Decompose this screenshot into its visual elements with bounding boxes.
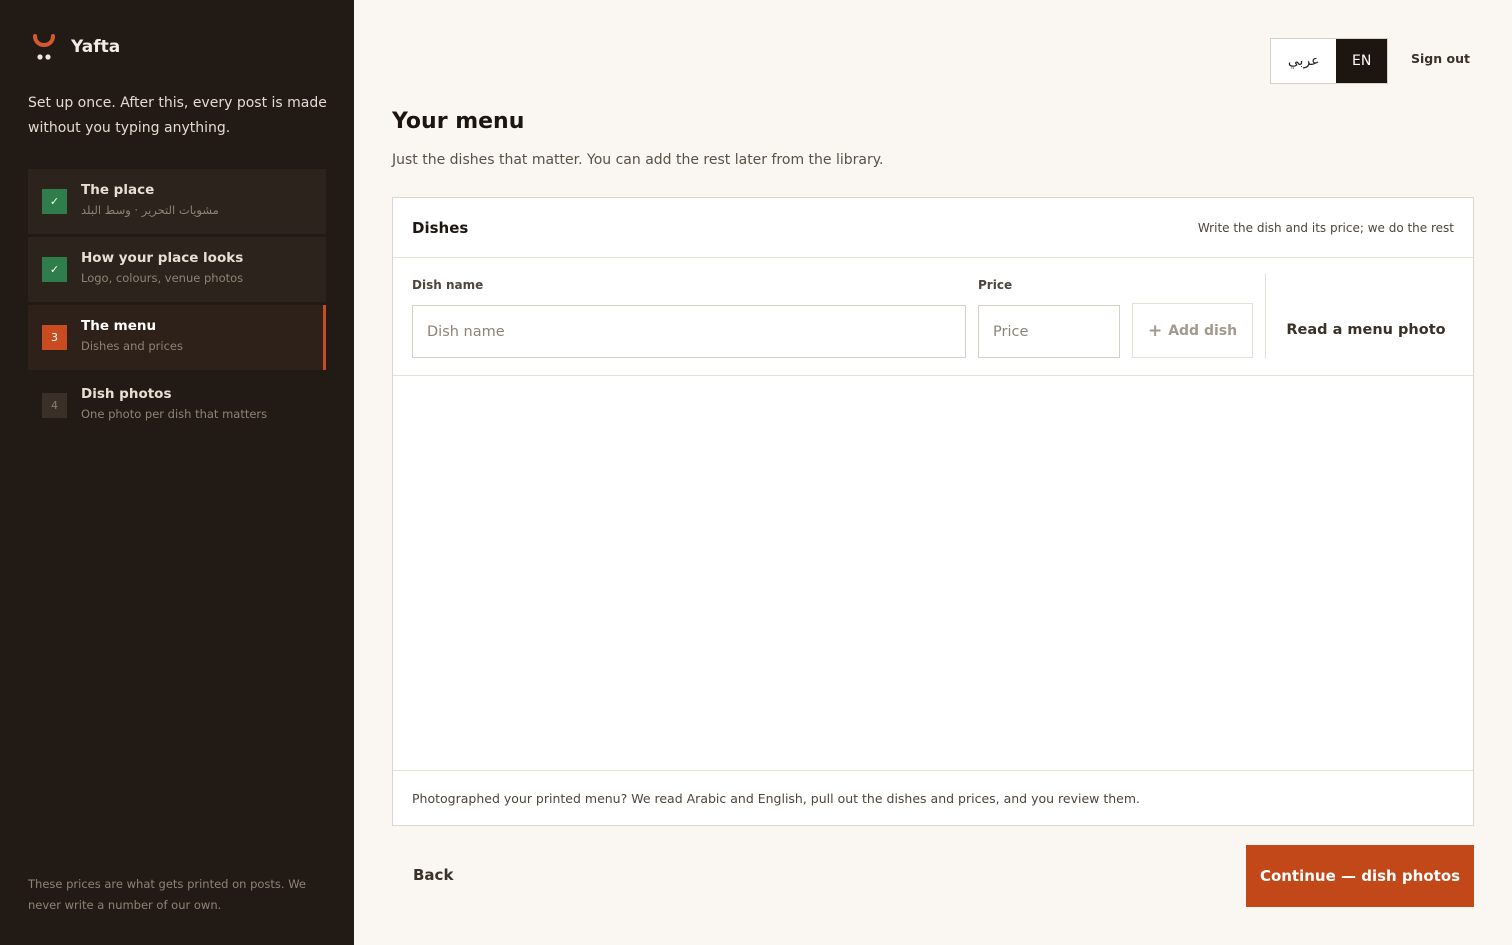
step-number-badge: 3: [42, 325, 67, 350]
check-icon: ✓: [42, 189, 67, 214]
brand-name: Yafta: [71, 37, 121, 57]
step-how-your-place-looks[interactable]: ✓ How your place looks Logo, colours, ve…: [28, 237, 326, 302]
card-footer-note: Photographed your printed menu? We read …: [393, 770, 1473, 826]
step-title: The menu: [81, 318, 157, 334]
step-subtitle: مشويات التحرير · وسط البلد: [81, 203, 219, 217]
card-title: Dishes: [412, 218, 469, 237]
plus-icon: +: [1147, 320, 1163, 341]
step-title: How your place looks: [81, 250, 244, 266]
dish-name-input[interactable]: [412, 305, 966, 358]
brand: Yafta: [30, 32, 120, 62]
sign-out-link[interactable]: Sign out: [1411, 51, 1470, 66]
step-number-badge: 4: [42, 393, 67, 418]
step-the-place[interactable]: ✓ The place مشويات التحرير · وسط البلد: [28, 169, 326, 234]
step-title: Dish photos: [81, 386, 172, 402]
page-title: Your menu: [392, 109, 525, 134]
sidebar-tagline: Set up once. After this, every post is m…: [28, 95, 327, 136]
continue-button[interactable]: Continue — dish photos: [1246, 845, 1474, 907]
language-english-button[interactable]: EN: [1336, 39, 1387, 83]
page-subtitle: Just the dishes that matter. You can add…: [392, 152, 884, 168]
dish-entry-row: Dish name Price + Add dish Read a menu p…: [393, 258, 1473, 376]
step-title: The place: [81, 182, 155, 198]
card-hint: Write the dish and its price; we do the …: [1197, 220, 1454, 235]
sidebar: Yafta Set up once. After this, every pos…: [0, 0, 354, 945]
setup-steps: ✓ The place مشويات التحرير · وسط البلد ✓…: [28, 169, 326, 441]
step-the-menu[interactable]: 3 The menu Dishes and prices: [28, 305, 326, 370]
step-subtitle: One photo per dish that matters: [81, 407, 268, 421]
price-input[interactable]: [978, 305, 1120, 358]
step-subtitle: Dishes and prices: [81, 339, 183, 353]
step-subtitle: Logo, colours, venue photos: [81, 271, 244, 285]
dish-list: [393, 376, 1473, 770]
language-toggle: عربي EN: [1270, 38, 1388, 84]
dish-name-label: Dish name: [412, 278, 484, 292]
sidebar-note: These prices are what gets printed on po…: [28, 877, 307, 912]
back-button[interactable]: Back: [413, 866, 453, 884]
price-label: Price: [978, 278, 1013, 292]
language-arabic-button[interactable]: عربي: [1271, 39, 1336, 83]
yafta-logo-icon: [30, 32, 58, 62]
add-dish-button[interactable]: + Add dish: [1132, 303, 1253, 358]
step-dish-photos[interactable]: 4 Dish photos One photo per dish that ma…: [28, 373, 326, 438]
read-menu-photo-button[interactable]: Read a menu photo: [1266, 298, 1466, 362]
card-header: Dishes Write the dish and its price; we …: [393, 198, 1473, 258]
add-dish-label: Add dish: [1168, 322, 1238, 339]
dishes-card: Dishes Write the dish and its price; we …: [392, 197, 1474, 826]
check-icon: ✓: [42, 257, 67, 282]
